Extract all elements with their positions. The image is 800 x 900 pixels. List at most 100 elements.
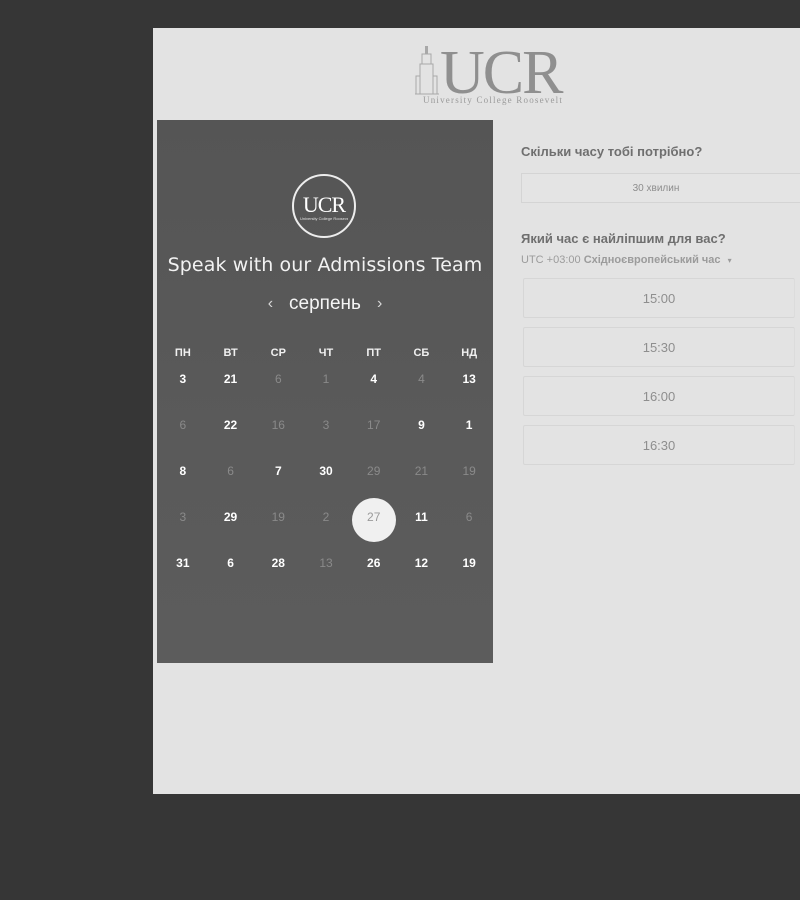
calendar-day-number: 19	[271, 510, 285, 524]
calendar-panel: UCR University College Roosevelt Speak w…	[157, 120, 493, 663]
calendar-day-number: 30	[319, 464, 333, 478]
weekday-label: НД	[461, 347, 478, 359]
calendar-day-number: 3	[179, 372, 187, 386]
calendar-day-number: 4	[418, 372, 425, 386]
calendar-day-number: 31	[176, 556, 190, 570]
tower-icon	[415, 46, 439, 95]
calendar-day-number: 27	[367, 510, 381, 524]
weekday-label: СР	[270, 347, 286, 359]
chevron-left-icon[interactable]: ‹	[266, 295, 275, 313]
calendar-day[interactable]: 19	[445, 547, 493, 593]
calendar-day: 6	[159, 409, 207, 455]
calendar-day-number: 22	[223, 418, 238, 432]
calendar-day: 6	[445, 501, 493, 547]
calendar-day-number: 8	[179, 464, 187, 478]
calendar-day[interactable]: 21	[207, 363, 255, 409]
calendar-day-number: 1	[465, 418, 473, 432]
time-slot-list: 15:00 15:30 16:00 16:30	[521, 278, 800, 465]
calendar-day: 19	[445, 455, 493, 501]
calendar-day: 2	[302, 501, 350, 547]
calendar-day[interactable]: 4	[350, 363, 398, 409]
logo-tagline: University College Roosevelt	[423, 95, 564, 105]
calendar-day[interactable]: 22	[207, 409, 255, 455]
timezone-selector[interactable]: UTC +03:00 Східноєвропейський час ▾	[521, 254, 800, 266]
time-question: Який час є найліпшим для вас?	[521, 231, 726, 246]
calendar-day-number: 29	[223, 510, 238, 524]
calendar-day-number: 19	[462, 556, 476, 570]
calendar-day-number: 3	[179, 510, 187, 524]
calendar-day-number: 29	[367, 464, 381, 478]
chevron-down-icon: ▾	[727, 256, 732, 265]
calendar-day-number: 13	[462, 372, 476, 386]
calendar-day: 3	[159, 501, 207, 547]
time-slot-button[interactable]: 15:00	[523, 278, 795, 318]
calendar-day[interactable]: 3	[159, 363, 207, 409]
calendar-day-number: 28	[271, 556, 285, 570]
calendar-day[interactable]: 8	[159, 455, 207, 501]
calendar-day-grid: 3 21 6 1 4 4 13 6 22 16 3 17 9 1 8 6 7 30 29 21 19 3 29 19 2 27 11…	[159, 363, 493, 593]
calendar-day-number: 6	[465, 510, 473, 524]
month-navigation: ‹ серпень ›	[157, 292, 493, 316]
calendar-day[interactable]: 6	[207, 547, 255, 593]
weekday-label: ПН	[174, 347, 191, 359]
calendar-day-number: 21	[223, 372, 238, 386]
booking-page: UCR University College Roosevelt UCR Uni…	[153, 28, 800, 794]
calendar-day: 4	[398, 363, 446, 409]
weekday-header-row: ПН ВТ СР ЧТ ПТ СБ НД	[159, 347, 493, 359]
chevron-right-icon[interactable]: ›	[375, 295, 384, 313]
calendar-day[interactable]: 26	[350, 547, 398, 593]
calendar-day[interactable]: 12	[398, 547, 446, 593]
calendar-day-number: 6	[274, 372, 282, 386]
calendar-day-number: 7	[274, 464, 282, 478]
weekday-label: ВТ	[223, 347, 238, 359]
calendar-day[interactable]: 30	[302, 455, 350, 501]
calendar-day-number: 9	[418, 418, 425, 432]
calendar-day: 6	[254, 363, 302, 409]
weekday-label: ЧТ	[318, 347, 334, 359]
calendar-day: 3	[302, 409, 350, 455]
calendar-day: 13	[302, 547, 350, 593]
page-title: Speak with our Admissions Team	[167, 254, 483, 276]
calendar-day-number: 19	[462, 464, 476, 478]
timezone-name: Східноєвропейський час	[583, 254, 721, 266]
avatar-logo-text: UCR	[302, 192, 346, 217]
calendar-day[interactable]: 29	[207, 501, 255, 547]
calendar-day-number: 12	[414, 556, 429, 570]
calendar-day: 29	[350, 455, 398, 501]
weekday-label: СБ	[413, 347, 430, 359]
calendar-day[interactable]: 11	[398, 501, 446, 547]
month-label: серпень	[289, 293, 361, 314]
calendar-day[interactable]: 13	[445, 363, 493, 409]
calendar-day-number: 1	[322, 372, 330, 386]
calendar-day[interactable]: 1	[445, 409, 493, 455]
time-slot-button[interactable]: 16:30	[523, 425, 795, 465]
calendar-day-number: 13	[319, 556, 333, 570]
avatar-logo-tagline: University College Roosevelt	[300, 216, 348, 221]
calendar-day-number: 6	[227, 556, 234, 570]
calendar-day-number: 16	[271, 418, 285, 432]
calendar-day-number: 26	[367, 556, 381, 570]
calendar-day[interactable]: 28	[254, 547, 302, 593]
calendar-day: 17	[350, 409, 398, 455]
calendar-day-number: 3	[322, 418, 330, 432]
calendar-day-number: 17	[367, 418, 381, 432]
weekday-label: ПТ	[366, 347, 382, 359]
calendar-day[interactable]: 7	[254, 455, 302, 501]
duration-question: Скільки часу тобі потрібно?	[521, 144, 703, 159]
calendar-day[interactable]: 31	[159, 547, 207, 593]
ucr-logo: UCR University College Roosevelt	[415, 40, 575, 110]
calendar-day-number: 4	[370, 372, 378, 386]
calendar-day: 21	[398, 455, 446, 501]
time-selection-panel: Скільки часу тобі потрібно? 30 хвилин Як…	[521, 144, 800, 474]
calendar-day-number: 21	[414, 464, 429, 478]
calendar-day-selected[interactable]: 27	[350, 501, 398, 547]
time-slot-button[interactable]: 16:00	[523, 376, 795, 416]
calendar-day[interactable]: 9	[398, 409, 446, 455]
time-slot-button[interactable]: 15:30	[523, 327, 795, 367]
calendar-day: 16	[254, 409, 302, 455]
timezone-offset: UTC +03:00	[521, 254, 581, 266]
duration-selector[interactable]: 30 хвилин	[521, 173, 800, 203]
calendar-day-number: 6	[179, 418, 187, 432]
calendar-day-number: 11	[415, 510, 428, 524]
calendar-day-number: 2	[322, 510, 330, 524]
